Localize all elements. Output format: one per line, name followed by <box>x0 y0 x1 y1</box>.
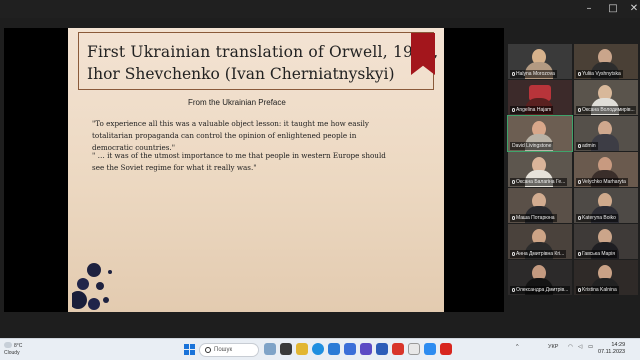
quote-2: " … it was of the utmost importance to m… <box>92 151 386 172</box>
participant-tile[interactable]: Kristina Kalnina <box>574 260 638 295</box>
participant-tile[interactable]: Velychko Marharyta <box>574 152 638 187</box>
taskbar-search[interactable]: Пошук <box>199 343 259 357</box>
wifi-icon[interactable]: ◠ <box>568 344 573 350</box>
mic-muted-icon <box>578 288 581 292</box>
slide-title-line1: First Ukrainian translation of Orwell, 1… <box>87 43 439 61</box>
weather-widget[interactable]: 8°C Cloudy <box>4 342 22 357</box>
participant-name: Олександра Дмитрів... <box>516 287 569 293</box>
participant-name: Kristina Kalnina <box>582 287 617 293</box>
shared-screen: First Ukrainian translation of Orwell, 1… <box>4 28 504 312</box>
mic-muted-icon <box>512 252 515 256</box>
mic-muted-icon <box>578 252 581 256</box>
mic-muted-icon <box>578 216 581 220</box>
quote-1: "To experience all this was a valuable o… <box>92 119 369 152</box>
weather-text: Cloudy <box>4 350 20 356</box>
participant-tile[interactable]: Оксана Балагіна Ге... <box>508 152 572 187</box>
participant-name: Оксана Балагіна Ге... <box>516 179 566 185</box>
participant-tile[interactable]: Yuliia Vyshnytska <box>574 44 638 79</box>
mic-muted-icon <box>578 108 581 112</box>
participant-tile[interactable]: admin <box>574 116 638 151</box>
screen: – □ ✕ First Ukrainian translation of Orw… <box>0 0 640 360</box>
mic-muted-icon <box>512 288 515 292</box>
volume-icon[interactable]: ◁ <box>578 344 582 350</box>
participant-tile[interactable]: Гавська Марія <box>574 224 638 259</box>
mic-muted-icon <box>512 216 515 220</box>
close-button[interactable]: ✕ <box>627 2 640 16</box>
weather-temp: 8°C <box>14 343 23 349</box>
mic-muted-icon <box>512 108 515 112</box>
participant-name: Halyna Morozova <box>516 71 555 77</box>
presentation-slide: First Ukrainian translation of Orwell, 1… <box>68 28 444 312</box>
participant-name: Kateryna Boiko <box>582 215 616 221</box>
window-titlebar: – □ ✕ <box>0 0 640 18</box>
word-icon[interactable] <box>376 343 388 355</box>
pdf-reader-icon[interactable] <box>440 343 452 355</box>
participant-name: Angelina Hajam <box>516 107 552 113</box>
participant-name: Анна Дмитрівна Кri... <box>516 251 565 257</box>
participant-tile[interactable]: Halyna Morozova <box>508 44 572 79</box>
minimize-button[interactable]: – <box>582 2 596 16</box>
participant-name: Yuliia Vyshnytska <box>582 71 621 77</box>
participant-name: Velychko Marharyta <box>582 179 626 185</box>
mic-muted-icon <box>578 144 581 148</box>
language-indicator[interactable]: УКР <box>548 344 558 350</box>
participant-tile[interactable]: Оксана Володимирів... <box>574 80 638 115</box>
participant-name: Гавська Марія <box>582 251 615 257</box>
slide-title-line2: Ihor Shevchenko (Ivan Cherniatnyskyi) <box>87 65 395 83</box>
widgets-icon[interactable] <box>280 343 292 355</box>
mic-muted-icon <box>578 72 581 76</box>
participants-panel: Halyna Morozova Yuliia Vyshnytska Angeli… <box>507 28 640 312</box>
teams-icon[interactable] <box>360 343 372 355</box>
mail-icon[interactable] <box>344 343 356 355</box>
participant-name: David Livingstone <box>512 143 552 149</box>
chrome-icon[interactable] <box>408 343 420 355</box>
participant-tile-speaking[interactable]: David Livingstone <box>507 115 573 152</box>
participant-name: Оксана Володимирів... <box>582 107 635 113</box>
taskbar: 8°C Cloudy Пошук ^ УКР ◠ ◁ ▭ 14:29 07.11… <box>0 338 640 360</box>
participant-name: Маша Потарюна <box>516 215 555 221</box>
search-icon <box>205 347 211 353</box>
file-explorer-icon[interactable] <box>296 343 308 355</box>
task-view-icon[interactable] <box>264 343 276 355</box>
windows-start-icon[interactable] <box>184 344 195 355</box>
search-placeholder: Пошук <box>214 347 233 353</box>
powerpoint-icon[interactable] <box>392 343 404 355</box>
clock-date: 07.11.2023 <box>598 349 626 355</box>
preface-heading: From the Ukrainian Preface <box>188 98 286 107</box>
zoom-icon[interactable] <box>424 343 436 355</box>
cloud-icon <box>4 342 12 348</box>
maximize-button[interactable]: □ <box>606 2 620 16</box>
mic-muted-icon <box>512 72 515 76</box>
clock-time: 14:29 <box>611 342 626 348</box>
bookmark-ribbon-icon <box>411 33 435 75</box>
participant-tile[interactable]: Анна Дмитрівна Кri... <box>508 224 572 259</box>
store-icon[interactable] <box>328 343 340 355</box>
slide-title-box: First Ukrainian translation of Orwell, 1… <box>78 32 438 90</box>
mic-muted-icon <box>578 180 581 184</box>
mic-muted-icon <box>512 180 515 184</box>
participant-tile[interactable]: Kateryna Boiko <box>574 188 638 223</box>
battery-icon[interactable]: ▭ <box>588 344 593 350</box>
edge-browser-icon[interactable] <box>312 343 324 355</box>
participant-tile[interactable]: Маша Потарюна <box>508 188 572 223</box>
participant-tile[interactable]: Angelina Hajam <box>508 80 572 115</box>
participant-name: admin <box>582 143 596 149</box>
ink-blot-decoration <box>72 263 112 310</box>
participant-tile[interactable]: Олександра Дмитрів... <box>508 260 572 295</box>
tray-arrow-icon[interactable]: ^ <box>516 344 519 350</box>
clock[interactable]: 14:29 07.11.2023 <box>598 342 625 356</box>
